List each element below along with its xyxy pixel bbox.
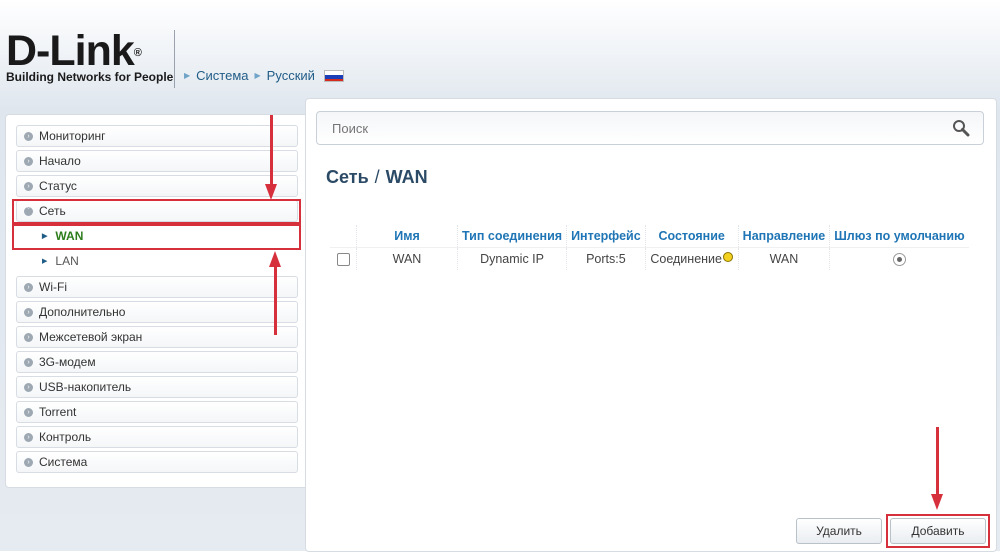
russian-flag-icon[interactable] (323, 69, 344, 82)
sidebar-item-system[interactable]: › Система (16, 451, 298, 473)
breadcrumb-language[interactable]: Русский (267, 68, 315, 83)
sidebar-item-usb-storage[interactable]: › USB-накопитель (16, 376, 298, 398)
highlight-box-add-button (886, 514, 990, 548)
breadcrumb: ▶ Система ▶ Русский (184, 68, 344, 83)
sidebar-item-monitoring[interactable]: › Мониторинг (16, 125, 298, 147)
select-column-header (330, 225, 357, 248)
row-checkbox[interactable] (336, 253, 350, 267)
chevron-right-icon: › (24, 432, 33, 442)
annotation-arrow-line (274, 265, 277, 335)
cell-direction: WAN (738, 247, 831, 270)
column-header-state: Состояние (645, 225, 739, 248)
breadcrumb-system[interactable]: Система (196, 68, 248, 83)
column-header-direction: Направление (738, 225, 831, 248)
sidebar-subitem-lan[interactable]: ▶ LAN (16, 250, 298, 272)
sidebar-item-label: LAN (55, 254, 79, 268)
state-text: Соединение (650, 252, 722, 266)
main-panel: Сеть/WAN Имя Тип соединения Интерфейс Со… (305, 98, 997, 552)
cell-name: WAN (356, 247, 458, 270)
sidebar-item-label: USB-накопитель (39, 380, 132, 394)
sidebar-item-label: Межсетевой экран (39, 330, 143, 344)
sidebar-item-label: Wi-Fi (39, 280, 67, 294)
table-row[interactable]: WAN Dynamic IP Ports:5 Соединение WAN (330, 247, 969, 270)
logo-text: D-Link (6, 27, 135, 75)
sidebar-item-advanced[interactable]: › Дополнительно (16, 301, 298, 323)
chevron-right-icon: › (24, 307, 33, 317)
table-header-row: Имя Тип соединения Интерфейс Состояние Н… (330, 225, 969, 248)
delete-button[interactable]: Удалить (796, 518, 882, 544)
chevron-right-icon: › (24, 457, 33, 467)
row-select-cell (330, 247, 357, 270)
logo-reg: ® (133, 47, 142, 59)
highlight-box-wan (12, 224, 301, 250)
sidebar-item-label: Статус (39, 179, 77, 193)
search-icon[interactable] (952, 119, 970, 137)
sidebar-item-start[interactable]: › Начало (16, 150, 298, 172)
page-title-separator: / (374, 167, 380, 187)
page-title: Сеть / WAN (326, 167, 428, 188)
status-indicator-icon (722, 252, 733, 262)
sidebar: › Мониторинг › Начало › Статус ˇ Сеть ▶ WAN ▶… (5, 114, 312, 488)
wan-connections-table: Имя Тип соединения Интерфейс Состояние Н… (330, 225, 969, 270)
search-box[interactable] (316, 111, 984, 145)
chevron-right-icon: › (24, 332, 33, 342)
sidebar-item-label: Система (39, 455, 88, 469)
column-header-default-gateway: Шлюз по умолчанию (834, 229, 965, 243)
chevron-right-icon: › (24, 282, 33, 292)
triangle-right-icon: ▶ (42, 258, 48, 265)
cell-default-gateway (829, 247, 969, 270)
sidebar-item-status[interactable]: › Статус (16, 175, 298, 197)
chevron-right-icon: › (24, 357, 33, 367)
sidebar-item-label: Torrent (39, 405, 77, 419)
page-title-section: Сеть (326, 167, 369, 187)
search-input[interactable] (330, 119, 934, 137)
triangle-right-icon: ▶ (254, 71, 261, 80)
sidebar-item-label: Контроль (39, 430, 92, 444)
chevron-right-icon: › (24, 181, 33, 191)
sidebar-item-firewall[interactable]: › Межсетевой экран (16, 326, 298, 348)
triangle-right-icon: ▶ (184, 71, 191, 80)
logo-tagline: Building Networks for People (6, 70, 174, 84)
annotation-arrow-line (936, 427, 939, 497)
chevron-right-icon: › (24, 382, 33, 392)
sidebar-item-torrent[interactable]: › Torrent (16, 401, 298, 423)
annotation-arrow-line (270, 115, 273, 187)
page-title-subsection: WAN (385, 167, 428, 187)
column-header-name: Имя (356, 225, 458, 248)
sidebar-item-3g-modem[interactable]: › 3G-модем (16, 351, 298, 373)
sidebar-item-label: Начало (39, 154, 81, 168)
sidebar-item-wifi[interactable]: › Wi-Fi (16, 276, 298, 298)
column-header-connection-type: Тип соединения (457, 225, 568, 248)
highlight-box-network (12, 199, 301, 224)
sidebar-item-label: 3G-модем (39, 355, 96, 369)
cell-state: Соединение (645, 247, 739, 270)
chevron-right-icon: › (24, 131, 33, 141)
header-divider (174, 30, 175, 88)
sidebar-item-control[interactable]: › Контроль (16, 426, 298, 448)
cell-interface: Ports:5 (566, 247, 646, 270)
chevron-right-icon: › (24, 407, 33, 417)
arrow-down-icon (265, 184, 277, 200)
sidebar-item-label: Мониторинг (39, 129, 106, 143)
chevron-right-icon: › (24, 156, 33, 166)
cell-connection-type: Dynamic IP (457, 247, 568, 270)
arrow-down-icon (931, 494, 943, 510)
default-gateway-radio[interactable] (892, 253, 906, 267)
dlink-logo: D-Link® Building Networks for People (6, 30, 174, 85)
column-header-interface: Интерфейс (566, 225, 646, 248)
sidebar-item-label: Дополнительно (39, 305, 126, 319)
